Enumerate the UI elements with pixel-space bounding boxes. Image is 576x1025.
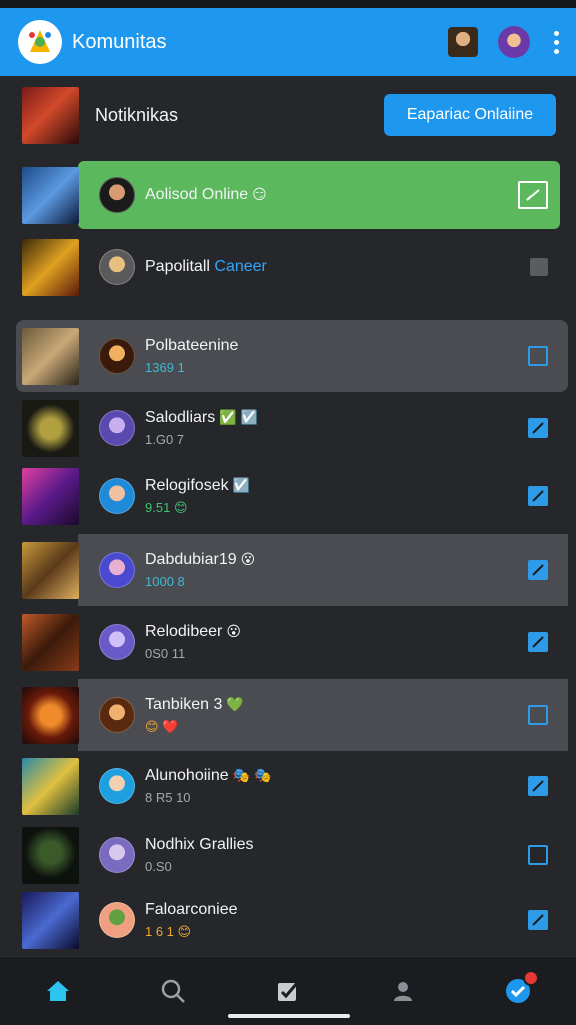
item-checkbox[interactable] [528, 418, 548, 438]
logo-icon[interactable] [18, 20, 62, 64]
emoji-badge: 💚 [226, 695, 244, 712]
list-item[interactable]: Relogifosek ☑️ 9.51 😊 [0, 460, 576, 532]
item-subtext: 9.51 [145, 499, 171, 515]
item-subtext: 1.G0 7 [145, 432, 185, 447]
avatar [99, 338, 135, 374]
item-checkbox[interactable] [528, 346, 548, 366]
sub-emoji: 😊 [173, 499, 188, 515]
item-thumbnail [22, 541, 79, 599]
avatar [99, 177, 135, 213]
more-vert-icon[interactable] [552, 30, 560, 54]
item-name: Tanbiken 3 [145, 695, 223, 713]
item-name: Polbateenine [145, 337, 239, 354]
search-icon[interactable] [158, 976, 188, 1006]
item-subtext: 8 R5 10 [145, 790, 191, 805]
header-thumbnail [22, 86, 79, 144]
item-checkbox[interactable] [528, 910, 548, 930]
sub-emoji: ❤️ [162, 718, 179, 734]
emoji-badge: ☑️ [232, 476, 251, 493]
avatar [99, 768, 135, 804]
list-item[interactable]: Papolitall Caneer [0, 231, 576, 303]
emoji-badge: 😮 [226, 623, 241, 639]
list-item[interactable]: Salodliars ✅ ☑️ 1.G0 7 [0, 392, 576, 464]
item-thumbnail [22, 399, 79, 457]
item-checkbox[interactable] [518, 181, 548, 209]
notifications-check-icon[interactable] [503, 970, 540, 1006]
item-name: Relogifosek [145, 476, 229, 494]
item-name: Nodhix Grallies [145, 836, 254, 853]
online-action-button[interactable]: Eapariac Onlaiine [384, 94, 556, 136]
item-checkbox[interactable] [528, 486, 548, 506]
tasks-icon[interactable] [273, 976, 303, 1006]
list-item[interactable]: Alunohoiine 🎭 🎭 8 R5 10 [0, 750, 576, 822]
list-item[interactable]: Polbateenine 1369 1 [0, 320, 576, 392]
notification-badge [523, 970, 540, 986]
item-checkbox[interactable] [528, 776, 548, 796]
item-thumbnail [22, 238, 79, 296]
item-thumbnail [22, 613, 79, 671]
item-name: Salodliars [145, 409, 216, 426]
header-title: Notiknikas [95, 104, 179, 125]
app-bar: Komunitas [0, 8, 576, 76]
sub-emoji: 😊 [177, 923, 192, 939]
emoji-badge: 😮 [240, 551, 256, 567]
item-checkbox[interactable] [528, 632, 548, 652]
item-thumbnail [22, 891, 79, 949]
profile-icon[interactable] [388, 976, 418, 1006]
app-title: Komunitas [72, 30, 167, 53]
item-subtext: 1369 1 [145, 360, 185, 375]
item-thumbnail [22, 826, 79, 884]
avatar [99, 697, 135, 733]
home-indicator [228, 1014, 350, 1018]
avatar [99, 837, 135, 873]
avatar [99, 624, 135, 660]
user-avatar-1[interactable] [448, 27, 478, 57]
item-thumbnail [22, 166, 79, 224]
avatar [99, 410, 135, 446]
list-item[interactable]: Faloarconiee 1 6 1 😊 [0, 884, 576, 956]
emoji-badge: ✅ ☑️ [219, 409, 259, 425]
user-avatar-2[interactable] [498, 26, 530, 58]
item-subtext: 😊 [145, 718, 159, 734]
item-checkbox[interactable] [528, 845, 548, 865]
item-thumbnail [22, 467, 79, 525]
item-name: Faloarconiee [145, 900, 238, 918]
list-item[interactable]: Relodibeer 😮 0S0 11 [0, 606, 576, 678]
item-checkbox[interactable] [528, 705, 548, 725]
item-name: Dabdubiar19 [145, 551, 237, 568]
list-item[interactable]: Tanbiken 3 💚 😊 ❤️ [0, 679, 576, 751]
emoji-badge: 🎭 🎭 [232, 767, 272, 783]
notifications-header: Notiknikas Eapariac Onlaiine [0, 76, 576, 154]
item-subtext: 1000 8 [145, 574, 185, 589]
item-name: Relodibeer [145, 623, 223, 640]
list-item[interactable]: Aolisod Online 😏 [0, 159, 576, 231]
list-item[interactable]: Dabdubiar19 😮 1000 8 [0, 534, 576, 606]
item-name: Aolisod Online [145, 186, 249, 203]
home-icon[interactable] [43, 976, 73, 1006]
item-thumbnail [22, 686, 79, 744]
avatar [99, 902, 135, 938]
item-thumbnail [22, 327, 79, 385]
item-checkbox[interactable] [528, 560, 548, 580]
item-thumbnail [22, 757, 79, 815]
item-accent: Caneer [214, 258, 267, 275]
item-subtext: 0S0 11 [145, 646, 186, 661]
emoji-badge: 😏 [252, 186, 267, 202]
avatar [99, 478, 135, 514]
item-checkbox[interactable] [530, 258, 548, 276]
item-name: Papolitall [145, 258, 210, 275]
list-item[interactable]: Nodhix Grallies 0.S0 [0, 819, 576, 891]
item-name: Alunohoiine [145, 767, 229, 784]
item-subtext: 1 6 1 [145, 923, 174, 939]
avatar [99, 249, 135, 285]
item-subtext: 0.S0 [145, 859, 172, 874]
status-bar [0, 0, 576, 8]
avatar [99, 552, 135, 588]
